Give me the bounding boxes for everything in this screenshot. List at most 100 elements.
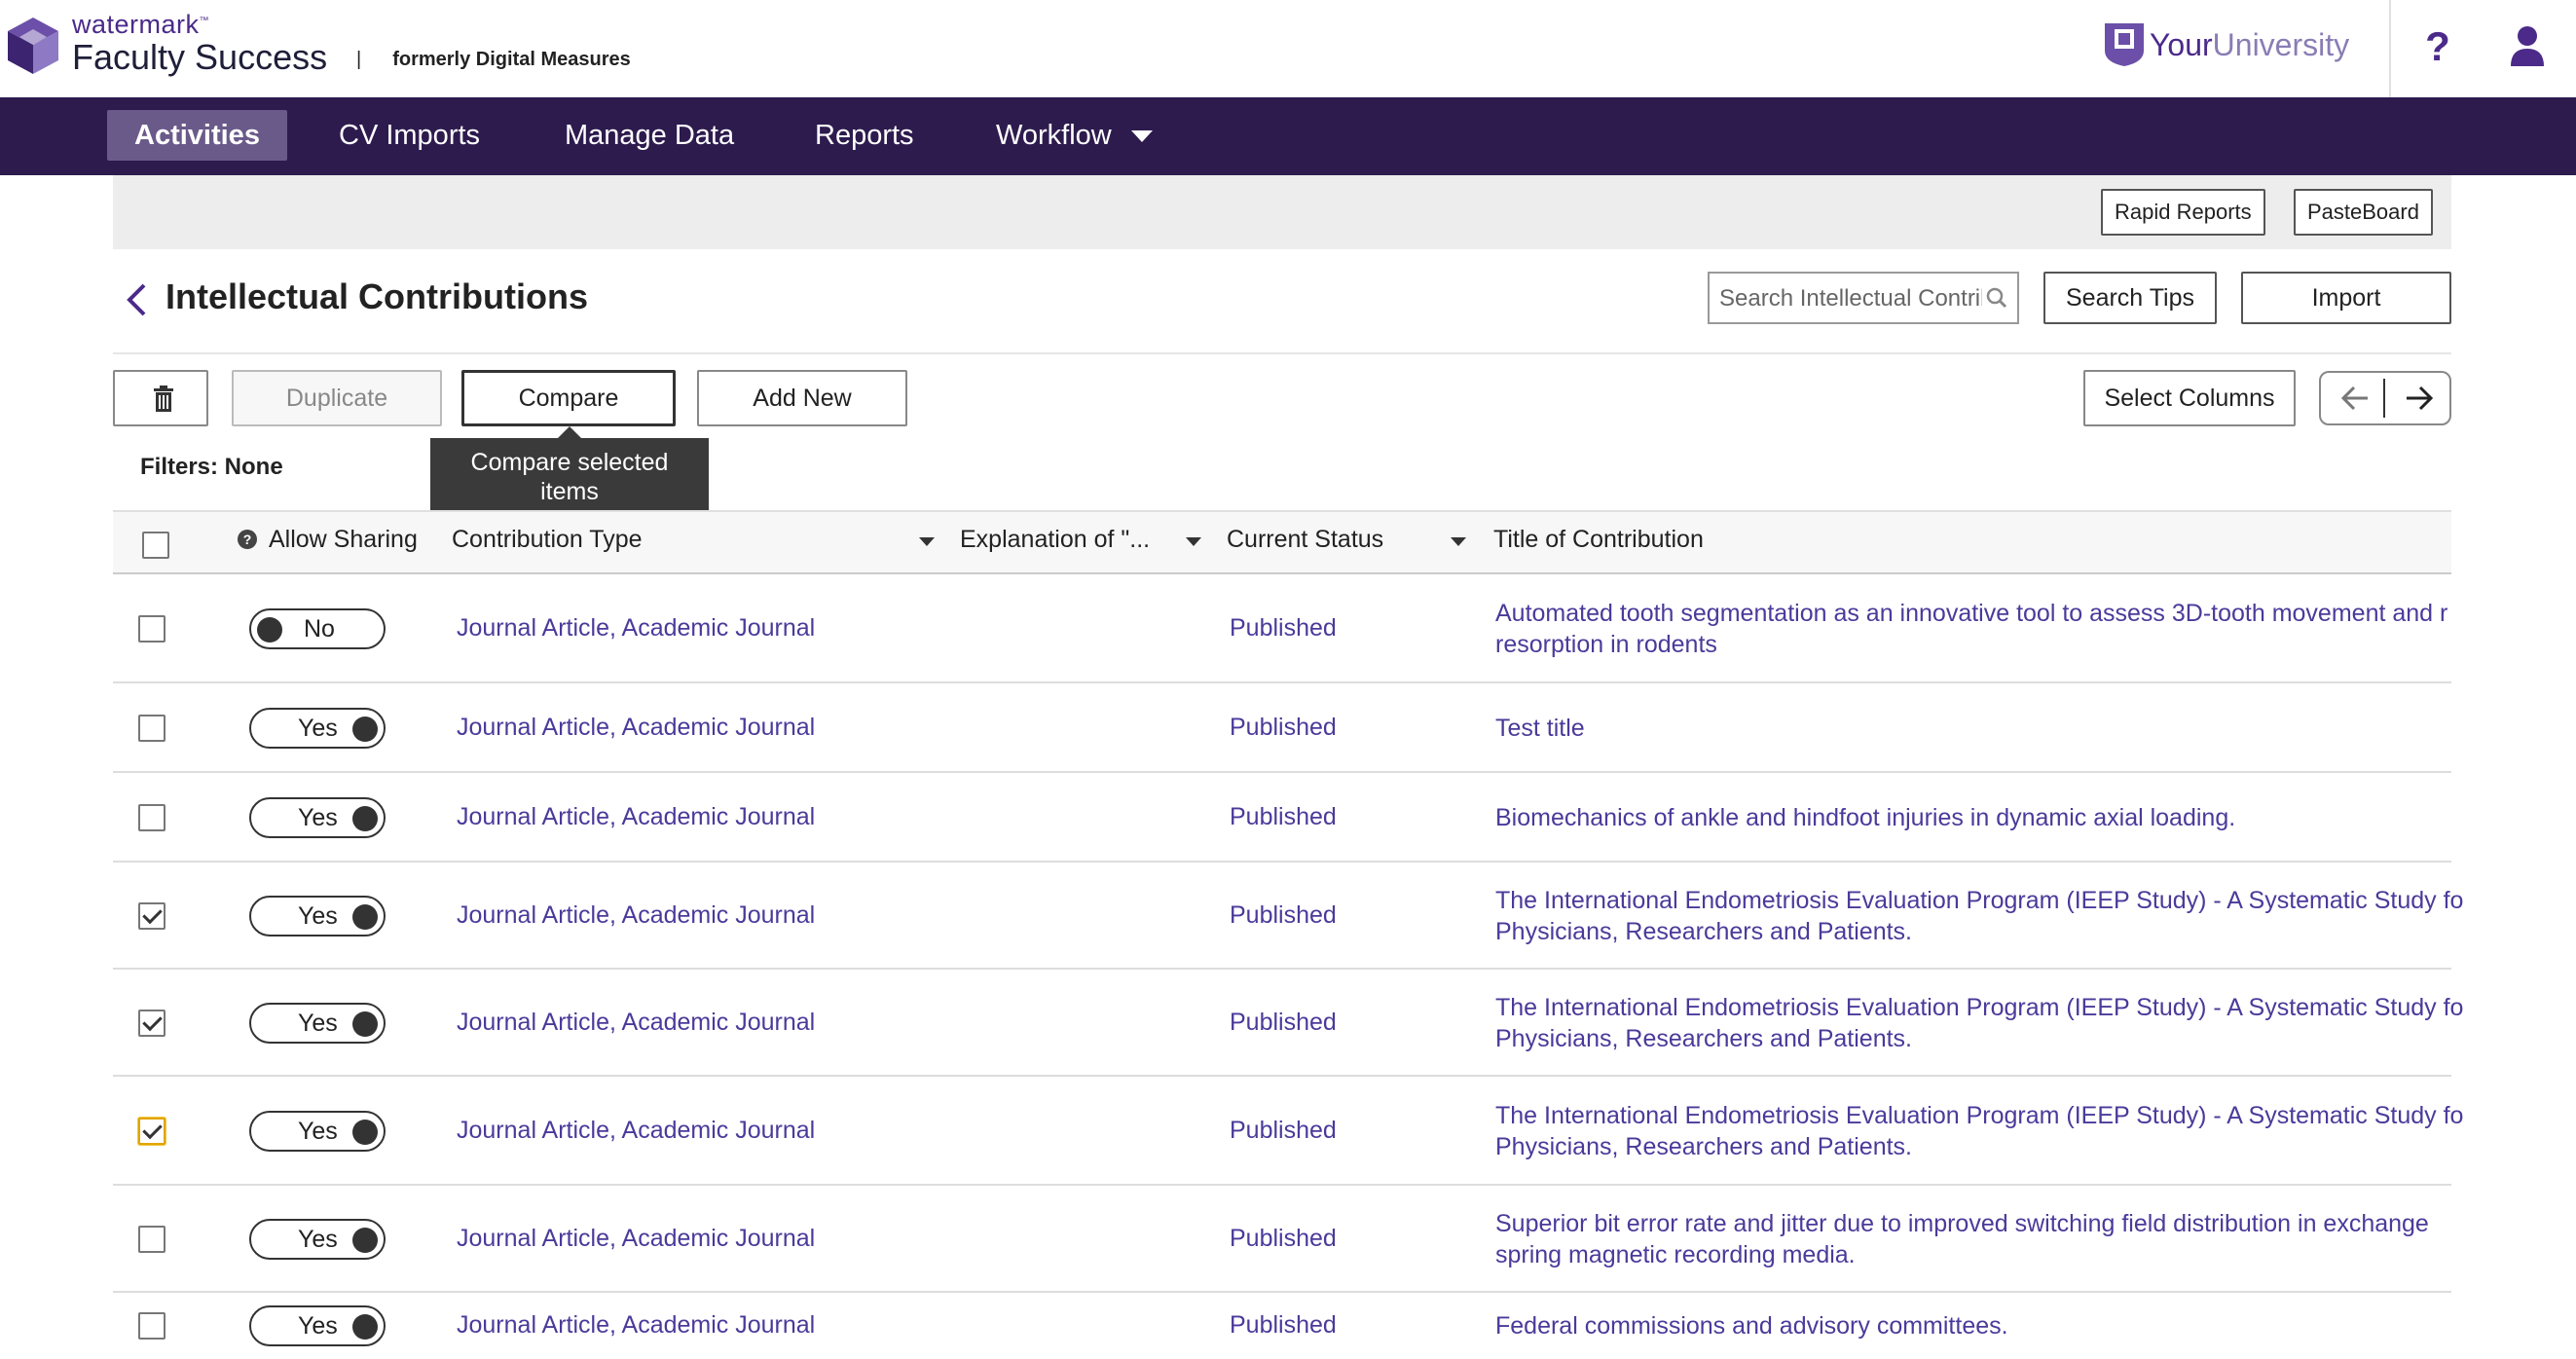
duplicate-button[interactable]: Duplicate	[232, 370, 442, 426]
status-cell[interactable]: Published	[1230, 614, 1337, 643]
toggle-label: Yes	[298, 804, 338, 831]
delete-button[interactable]	[113, 370, 208, 426]
allow-sharing-toggle[interactable]: Yes	[249, 896, 386, 937]
row-checkbox[interactable]	[138, 1010, 166, 1037]
title-line-1: Biomechanics of ankle and hindfoot injur…	[1495, 804, 2236, 831]
table-row: No Journal Article, Academic Journal Publi…	[113, 574, 2451, 683]
toggle-knob	[257, 617, 282, 643]
university-name: YourUniversity	[2150, 27, 2350, 62]
sort-caret-icon[interactable]	[919, 537, 935, 546]
allow-sharing-toggle[interactable]: Yes	[249, 797, 386, 838]
search-tips-button[interactable]: Search Tips	[2043, 272, 2217, 324]
row-checkbox[interactable]	[138, 1312, 166, 1340]
toggle-knob	[352, 716, 378, 742]
status-cell[interactable]: Published	[1230, 1225, 1337, 1253]
contribution-title-link[interactable]: Test title	[1495, 713, 2566, 744]
contribution-type-link[interactable]: Journal Article, Academic Journal	[457, 1117, 815, 1145]
rapid-reports-button[interactable]: Rapid Reports	[2101, 189, 2265, 236]
add-new-button[interactable]: Add New	[697, 370, 907, 426]
toggle-knob	[352, 1228, 378, 1253]
row-checkbox[interactable]	[138, 715, 166, 742]
title-line-2: spring magnetic recording media.	[1495, 1241, 1856, 1268]
contribution-title-link[interactable]: Biomechanics of ankle and hindfoot injur…	[1495, 802, 2566, 833]
allow-sharing-toggle[interactable]: No	[249, 608, 386, 649]
toggle-label: Yes	[298, 1226, 338, 1253]
tooltip-text-line1: Compare selected	[470, 449, 669, 476]
allow-sharing-toggle[interactable]: Yes	[249, 1305, 386, 1346]
table-row: Yes Journal Article, Academic Journal Publ…	[113, 683, 2451, 773]
column-scroll-arrows	[2319, 371, 2451, 425]
contribution-type-link[interactable]: Journal Article, Academic Journal	[457, 614, 815, 643]
arrow-left-icon[interactable]	[2340, 385, 2370, 412]
toggle-label: Yes	[298, 902, 338, 930]
row-checkbox[interactable]	[138, 1118, 166, 1145]
status-cell[interactable]: Published	[1230, 1311, 1337, 1340]
toggle-knob	[352, 1314, 378, 1340]
title-line-1: The International Endometriosis Evaluati…	[1495, 887, 2464, 914]
allow-sharing-toggle[interactable]: Yes	[249, 1111, 386, 1152]
pasteboard-button[interactable]: PasteBoard	[2294, 189, 2433, 236]
contribution-type-link[interactable]: Journal Article, Academic Journal	[457, 714, 815, 742]
row-checkbox[interactable]	[138, 1226, 166, 1253]
header-title[interactable]: Title of Contribution	[1493, 526, 1704, 554]
header-allow-sharing[interactable]: Allow Sharing	[269, 526, 418, 554]
contribution-type-link[interactable]: Journal Article, Academic Journal	[457, 901, 815, 930]
row-checkbox[interactable]	[138, 902, 166, 930]
header-current-status[interactable]: Current Status	[1227, 526, 1383, 554]
contribution-title-link[interactable]: The International Endometriosis Evaluati…	[1495, 1100, 2566, 1162]
arrow-right-icon[interactable]	[2405, 385, 2434, 412]
row-checkbox[interactable]	[138, 804, 166, 831]
contribution-type-link[interactable]: Journal Article, Academic Journal	[457, 1009, 815, 1037]
header-divider	[2389, 0, 2391, 97]
info-icon[interactable]: ?	[238, 530, 257, 549]
nav-manage-data[interactable]: Manage Data	[537, 110, 761, 161]
back-chevron-icon[interactable]	[125, 282, 148, 317]
page-title: Intellectual Contributions	[166, 276, 589, 316]
contribution-type-link[interactable]: Journal Article, Academic Journal	[457, 803, 815, 831]
status-cell[interactable]: Published	[1230, 1009, 1337, 1037]
status-cell[interactable]: Published	[1230, 1117, 1337, 1145]
help-icon[interactable]: ?	[2420, 19, 2455, 74]
nav-cv-imports[interactable]: CV Imports	[312, 110, 507, 161]
header-explanation[interactable]: Explanation of "...	[960, 526, 1150, 554]
allow-sharing-toggle[interactable]: Yes	[249, 708, 386, 749]
allow-sharing-toggle[interactable]: Yes	[249, 1003, 386, 1044]
contribution-title-link[interactable]: The International Endometriosis Evaluati…	[1495, 992, 2566, 1054]
allow-sharing-toggle[interactable]: Yes	[249, 1219, 386, 1260]
contribution-title-link[interactable]: Federal commissions and advisory committ…	[1495, 1310, 2566, 1341]
table-header: ? Allow Sharing Contribution Type Explan…	[113, 510, 2451, 574]
table-row: Yes Journal Article, Academic Journal Publ…	[113, 863, 2463, 970]
sort-caret-icon[interactable]	[1186, 537, 1201, 546]
status-cell[interactable]: Published	[1230, 714, 1337, 742]
nav-activities[interactable]: Activities	[107, 110, 287, 161]
table-row: Yes Journal Article, Academic Journal Publ…	[113, 1077, 2463, 1186]
user-account-icon[interactable]	[2510, 25, 2545, 66]
filters-label: Filters: None	[140, 454, 283, 480]
title-line-1: Federal commissions and advisory committ…	[1495, 1312, 2008, 1340]
contribution-title-link[interactable]: The International Endometriosis Evaluati…	[1495, 885, 2566, 947]
contribution-type-link[interactable]: Journal Article, Academic Journal	[457, 1225, 815, 1253]
status-cell[interactable]: Published	[1230, 901, 1337, 930]
nav-workflow[interactable]: Workflow	[969, 110, 1180, 161]
sort-caret-icon[interactable]	[1451, 537, 1466, 546]
search-input[interactable]	[1717, 274, 1984, 324]
select-columns-button[interactable]: Select Columns	[2083, 370, 2296, 426]
select-all-checkbox[interactable]	[142, 532, 169, 559]
header-contribution-type[interactable]: Contribution Type	[452, 526, 643, 554]
top-header: watermark™ Faculty Success | formerly Dig…	[0, 0, 2576, 97]
table-row: Yes Journal Article, Academic Journal Publ…	[113, 1293, 2451, 1359]
contribution-title-link[interactable]: Automated tooth segmentation as an innov…	[1495, 598, 2566, 660]
search-icon[interactable]	[1986, 287, 2007, 309]
title-line-2: Physicians, Researchers and Patients.	[1495, 918, 1912, 945]
nav-reports[interactable]: Reports	[788, 110, 941, 161]
status-cell[interactable]: Published	[1230, 803, 1337, 831]
row-checkbox[interactable]	[138, 615, 166, 643]
compare-button[interactable]: Compare	[461, 370, 676, 426]
contribution-title-link[interactable]: Superior bit error rate and jitter due t…	[1495, 1208, 2566, 1270]
contribution-type-link[interactable]: Journal Article, Academic Journal	[457, 1311, 815, 1340]
import-button[interactable]: Import	[2241, 272, 2451, 324]
tooltip-pointer	[558, 426, 581, 438]
title-line-1: Test title	[1495, 715, 1585, 742]
toggle-knob	[352, 1011, 378, 1037]
main-nav: Activities CV Imports Manage Data Report…	[0, 97, 2576, 175]
